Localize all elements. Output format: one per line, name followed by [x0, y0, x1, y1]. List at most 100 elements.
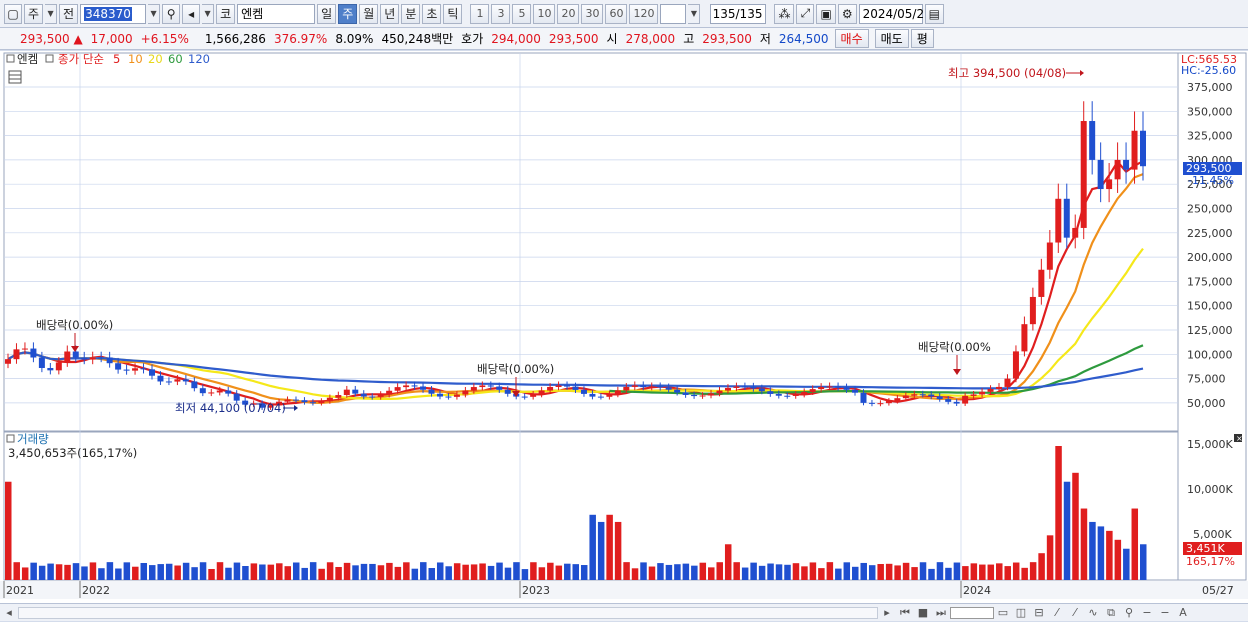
stock-name-field[interactable]: 엔켐: [237, 3, 316, 24]
volume-bar: [699, 562, 707, 580]
sell-button[interactable]: 매도: [874, 29, 909, 48]
market-dropdown-icon[interactable]: ▼: [45, 3, 58, 24]
crosshair-icon[interactable]: ⤢: [796, 3, 815, 24]
zoom-out-icon[interactable]: −: [1138, 604, 1156, 622]
candle-body: [936, 396, 943, 400]
table-icon[interactable]: [8, 70, 22, 84]
search-icon[interactable]: ⚲: [162, 3, 181, 24]
candle-body: [928, 394, 935, 397]
volume-bar: [606, 514, 613, 580]
volume-bar: [318, 568, 325, 580]
volume-bar: [792, 563, 800, 580]
candle-body: [335, 395, 342, 398]
window-icon[interactable]: ▢: [4, 3, 22, 24]
gear-icon[interactable]: ⚙: [837, 3, 857, 24]
wave-icon[interactable]: ∿: [1084, 604, 1102, 622]
period-month[interactable]: 월: [359, 3, 379, 24]
copy-icon[interactable]: ⧉: [1102, 604, 1120, 622]
candle-body: [174, 379, 181, 382]
volume-bar: [89, 562, 97, 580]
x-label-2024: 2024: [963, 584, 991, 597]
interval-1[interactable]: 1: [470, 3, 490, 24]
volume-bar: [428, 568, 436, 580]
candle-body: [343, 389, 350, 396]
market-select[interactable]: 주: [24, 3, 44, 24]
interval-30[interactable]: 30: [581, 3, 604, 24]
volume-bar: [411, 568, 419, 580]
price-axis-label: 375,000: [1187, 81, 1233, 94]
split-icon[interactable]: ◫: [1012, 604, 1030, 622]
zoom-icon[interactable]: ⚲: [1120, 604, 1138, 622]
date-field[interactable]: 2024/05/27: [858, 3, 932, 24]
candle-body: [945, 399, 952, 402]
trend-icon[interactable]: ⁄: [1048, 604, 1066, 622]
last-page-icon[interactable]: ⏭: [932, 604, 950, 622]
candle-body: [919, 394, 926, 396]
interval-10[interactable]: 10: [533, 3, 556, 24]
speaker-icon[interactable]: ◂: [182, 3, 201, 24]
interval-3[interactable]: 3: [491, 3, 511, 24]
candle-body: [784, 395, 791, 397]
volume-bar: [1038, 553, 1045, 580]
code-dropdown-icon[interactable]: ▼: [148, 3, 161, 24]
volume-bar: [877, 564, 884, 580]
high-label: 고: [683, 32, 695, 46]
candle-body: [496, 386, 503, 390]
interval-dropdown-icon[interactable]: ▼: [688, 3, 701, 24]
candle-body: [30, 348, 37, 358]
buy-button[interactable]: 매수: [834, 29, 869, 48]
first-page-icon[interactable]: ⏮: [896, 604, 914, 622]
candle-body: [724, 387, 731, 391]
candle-body: [436, 393, 443, 397]
period-second[interactable]: 초: [422, 3, 442, 24]
speaker-dropdown-icon[interactable]: ▼: [202, 3, 215, 24]
price-axis-label: 225,000: [1187, 227, 1233, 240]
chart-area[interactable]: 375,000 350,000 325,000 300,000 275,000 250,0…: [0, 51, 1248, 603]
volume-bar: [852, 566, 859, 580]
interval-60[interactable]: 60: [605, 3, 628, 24]
volume-bar: [403, 562, 410, 580]
volume-bar: [191, 567, 198, 580]
interval-5[interactable]: 5: [512, 3, 532, 24]
zoom-slider[interactable]: [950, 606, 994, 619]
scroll-left-icon[interactable]: ◂: [0, 604, 18, 622]
period-year[interactable]: 년: [380, 3, 400, 24]
horizontal-scrollbar[interactable]: [18, 606, 878, 619]
count-field[interactable]: 135/135: [710, 3, 767, 24]
candle-body: [674, 389, 681, 393]
eval-button[interactable]: 평: [910, 29, 934, 48]
volume-bar: [919, 562, 927, 580]
stock-code-input[interactable]: 348370: [80, 3, 147, 24]
candle-body: [792, 394, 799, 396]
calendar-icon[interactable]: ▤: [924, 3, 944, 24]
period-day[interactable]: 일: [317, 3, 337, 24]
text-icon[interactable]: A: [1174, 604, 1192, 622]
interval-120[interactable]: 120: [629, 3, 659, 24]
candle-body: [191, 381, 198, 389]
period-week[interactable]: 주: [338, 3, 358, 24]
line-icon[interactable]: −: [1156, 604, 1174, 622]
candle-body: [132, 368, 139, 371]
scroll-right-icon[interactable]: ▸: [878, 604, 896, 622]
stock-chart[interactable]: 375,000350,000325,000300,000275,000250,0…: [0, 51, 1248, 603]
layout-icon[interactable]: ▭: [994, 604, 1012, 622]
trend-icon-2[interactable]: ⁄: [1066, 604, 1084, 622]
interval-20[interactable]: 20: [557, 3, 580, 24]
candle-body: [606, 394, 613, 397]
stop-icon[interactable]: ■: [914, 604, 932, 622]
period-minute[interactable]: 분: [401, 3, 421, 24]
candle-body: [403, 385, 410, 388]
candle-body: [987, 388, 994, 392]
period-tick[interactable]: 틱: [443, 3, 463, 24]
dividend-annotation-3: 배당락(0.00%: [918, 340, 991, 354]
scope-select[interactable]: 전: [59, 3, 79, 24]
link-icon[interactable]: ⁂: [774, 3, 795, 24]
high-price: 293,500: [702, 31, 752, 46]
interval-custom-input[interactable]: [660, 3, 687, 24]
save-icon[interactable]: ▣: [816, 3, 836, 24]
candle-body: [691, 394, 698, 397]
volume-bar: [225, 567, 232, 580]
volume-axis-2: 10,000K: [1187, 483, 1233, 496]
volume-bar: [708, 567, 715, 580]
compare-icon[interactable]: ⊟: [1030, 604, 1048, 622]
